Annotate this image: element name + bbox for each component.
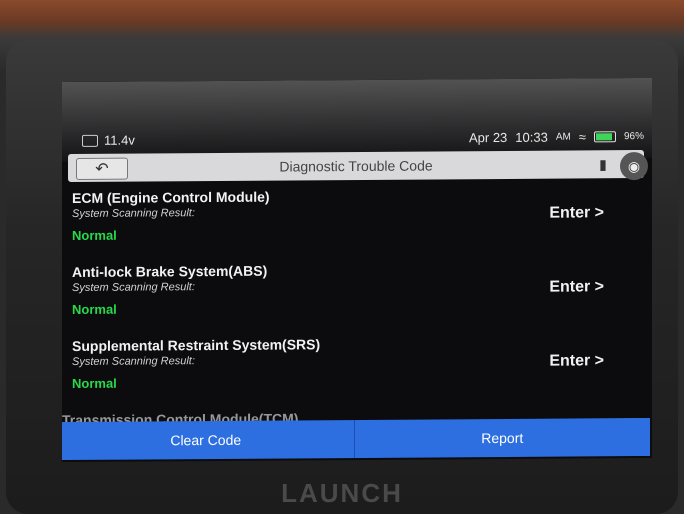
- system-name: Anti-lock Brake System(ABS): [72, 262, 268, 280]
- status-time: 10:33: [515, 129, 548, 145]
- flashlight-icon: ▮: [599, 155, 607, 172]
- status-right: Apr 23 10:33 AM ≈ 96%: [469, 129, 644, 145]
- system-result-label: System Scanning Result:: [72, 281, 195, 294]
- list-item[interactable]: Anti-lock Brake System(ABS) System Scann…: [62, 260, 652, 338]
- status-bar: 11.4v Apr 23 10:33 AM ≈ 96%: [62, 126, 652, 152]
- enter-button[interactable]: Enter >: [549, 278, 604, 296]
- battery-percent: 96%: [623, 130, 644, 143]
- enter-button[interactable]: Enter >: [549, 204, 604, 222]
- status-left: 11.4v: [82, 133, 135, 148]
- clear-code-button[interactable]: Clear Code: [62, 420, 354, 460]
- wifi-icon: ≈: [578, 129, 586, 145]
- sd-card-icon: [82, 134, 98, 147]
- system-status: Normal: [72, 227, 117, 243]
- system-result-label: System Scanning Result:: [72, 355, 195, 368]
- status-time-suffix: AM: [555, 131, 571, 143]
- device-screen: 11.4v Apr 23 10:33 AM ≈ 96% ↶ Diagnostic…: [62, 77, 652, 463]
- report-button[interactable]: Report: [355, 418, 651, 458]
- camera-button[interactable]: ◉: [620, 151, 648, 181]
- list-item[interactable]: ECM (Engine Control Module) System Scann…: [62, 186, 652, 264]
- brand-logo: LAUNCH: [281, 478, 403, 508]
- camera-icon: ◉: [627, 157, 641, 174]
- system-status: Normal: [72, 375, 117, 391]
- list-item[interactable]: Supplemental Restraint System(SRS) Syste…: [62, 334, 652, 412]
- title-bar: ↶ Diagnostic Trouble Code ▮ ◉: [68, 149, 648, 183]
- system-name: ECM (Engine Control Module): [72, 188, 270, 206]
- system-name: Supplemental Restraint System(SRS): [72, 336, 321, 354]
- voltage-readout: 11.4v: [104, 132, 135, 148]
- bottom-action-bar: Clear Code Report: [62, 417, 651, 461]
- system-list: ECM (Engine Control Module) System Scann…: [62, 186, 652, 412]
- screenshot-button[interactable]: ▮: [592, 154, 614, 174]
- battery-icon: [593, 131, 616, 143]
- system-result-label: System Scanning Result:: [72, 207, 195, 220]
- status-date: Apr 23: [468, 129, 508, 146]
- system-status: Normal: [72, 301, 117, 317]
- page-title: Diagnostic Trouble Code: [279, 157, 433, 175]
- enter-button[interactable]: Enter >: [549, 352, 604, 370]
